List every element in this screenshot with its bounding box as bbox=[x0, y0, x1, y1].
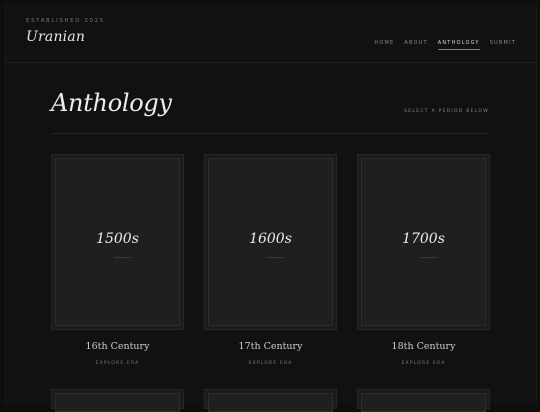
main-nav: HOME ABOUT ANTHOLOGY SUBMIT bbox=[374, 40, 516, 50]
era-card-1600s[interactable]: 1600s 17th Century EXPLORE ERA bbox=[204, 154, 337, 366]
era-label: 1700s bbox=[402, 231, 445, 247]
nav-anthology[interactable]: ANTHOLOGY bbox=[437, 40, 480, 50]
page-frame: ESTABLISHED 2025 Uranian HOME ABOUT ANTH… bbox=[5, 5, 537, 412]
era-card-inner-frame bbox=[55, 393, 180, 412]
page-subtitle: SELECT A PERIOD BELOW bbox=[404, 109, 489, 114]
established-label: ESTABLISHED 2025 bbox=[26, 18, 105, 24]
era-card-1700s[interactable]: 1700s 18th Century EXPLORE ERA bbox=[357, 154, 490, 366]
era-card-inner-frame bbox=[208, 393, 333, 412]
site-header: ESTABLISHED 2025 Uranian HOME ABOUT ANTH… bbox=[6, 5, 536, 63]
era-card-1500s[interactable]: 1500s 16th Century EXPLORE ERA bbox=[51, 154, 184, 366]
era-divider bbox=[420, 257, 437, 258]
era-card-inner-frame: 1500s bbox=[55, 158, 180, 326]
era-card-image[interactable]: 1700s bbox=[357, 154, 490, 330]
site-logo[interactable]: Uranian bbox=[26, 29, 85, 45]
era-card-next-row[interactable] bbox=[51, 389, 184, 412]
era-card-inner-frame: 1600s bbox=[208, 158, 333, 326]
era-label: 1500s bbox=[96, 231, 139, 247]
era-label: 1600s bbox=[249, 231, 292, 247]
nav-about[interactable]: ABOUT bbox=[404, 40, 427, 50]
page-title: Anthology bbox=[51, 89, 172, 117]
nav-home[interactable]: HOME bbox=[374, 40, 394, 50]
era-divider bbox=[267, 257, 284, 258]
era-card-next-row[interactable] bbox=[357, 389, 490, 412]
title-divider bbox=[51, 133, 489, 134]
explore-era-link[interactable]: EXPLORE ERA bbox=[357, 361, 490, 366]
century-title[interactable]: 18th Century bbox=[357, 341, 490, 352]
explore-era-link[interactable]: EXPLORE ERA bbox=[204, 361, 337, 366]
era-card-inner-frame bbox=[361, 393, 486, 412]
era-card-next-row[interactable] bbox=[204, 389, 337, 412]
explore-era-link[interactable]: EXPLORE ERA bbox=[51, 361, 184, 366]
era-card-image[interactable]: 1500s bbox=[51, 154, 184, 330]
century-title[interactable]: 16th Century bbox=[51, 341, 184, 352]
nav-submit[interactable]: SUBMIT bbox=[490, 40, 516, 50]
era-card-image[interactable]: 1600s bbox=[204, 154, 337, 330]
era-divider bbox=[114, 257, 131, 258]
century-title[interactable]: 17th Century bbox=[204, 341, 337, 352]
era-card-inner-frame: 1700s bbox=[361, 158, 486, 326]
